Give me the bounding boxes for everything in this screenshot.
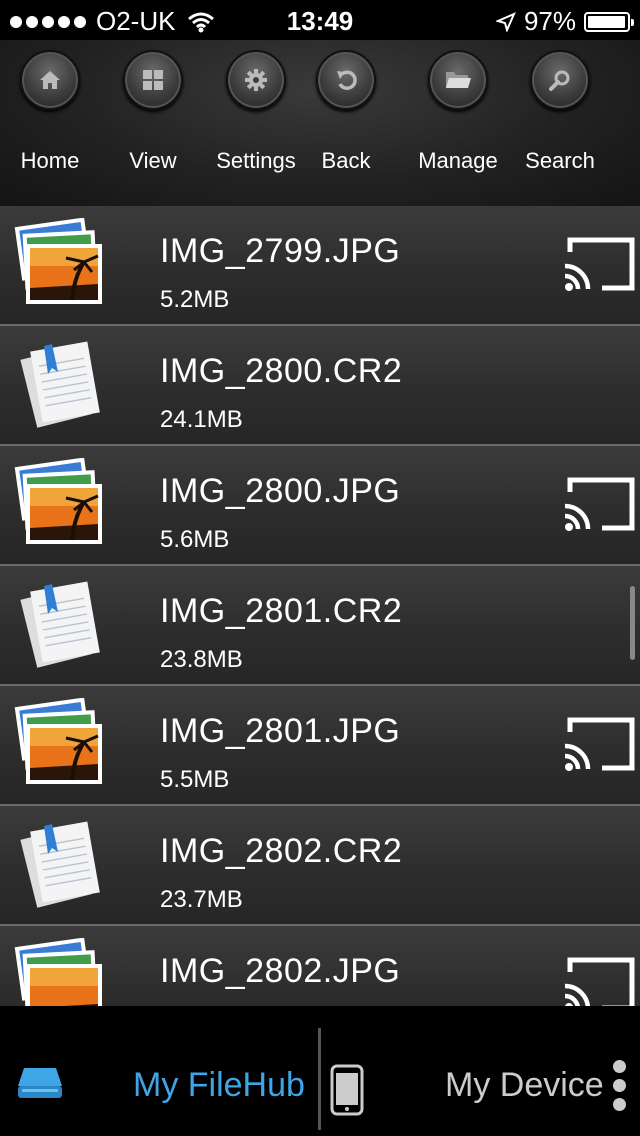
file-name: IMG_2802.CR2: [160, 832, 403, 870]
manage-button[interactable]: Manage: [406, 50, 510, 200]
back-button[interactable]: Back: [294, 50, 398, 200]
file-size: 24.1MB: [160, 406, 243, 433]
location-arrow-icon: [495, 11, 516, 32]
file-list[interactable]: IMG_2799.JPG 5.2MB IMG_2800.CR2 24.1MB I…: [0, 206, 640, 1006]
scrollbar[interactable]: [630, 586, 635, 660]
battery-icon: [584, 11, 634, 32]
grid-icon: [143, 70, 163, 90]
home-icon: [40, 71, 60, 89]
cast-icon[interactable]: [562, 476, 636, 534]
gear-icon: [245, 69, 267, 91]
file-size: 5.5MB: [160, 766, 230, 793]
filehub-drive-icon[interactable]: [16, 1064, 64, 1100]
file-size: 23.8MB: [160, 646, 243, 673]
folder-icon: [446, 72, 471, 88]
list-item[interactable]: IMG_2801.CR2 23.8MB: [0, 566, 640, 686]
tab-bar: My FileHub My Device: [0, 1008, 640, 1136]
view-button[interactable]: View: [101, 50, 205, 200]
list-item[interactable]: IMG_2802.JPG: [0, 926, 640, 1006]
home-button[interactable]: Home: [0, 50, 102, 200]
file-name: IMG_2800.CR2: [160, 352, 403, 390]
file-size: 5.6MB: [160, 526, 230, 553]
file-name: IMG_2802.JPG: [160, 952, 401, 990]
list-item[interactable]: IMG_2799.JPG 5.2MB: [0, 206, 640, 326]
file-name: IMG_2799.JPG: [160, 232, 401, 270]
search-icon: [549, 70, 570, 91]
battery-percent: 97%: [523, 6, 576, 36]
file-name: IMG_2801.CR2: [160, 592, 403, 630]
file-name: IMG_2800.JPG: [160, 472, 401, 510]
photo-stack-icon: [14, 458, 102, 544]
photo-stack-icon: [14, 698, 102, 784]
more-options-icon[interactable]: [613, 1060, 631, 1112]
settings-button[interactable]: Settings: [204, 50, 308, 200]
document-icon: [20, 821, 100, 908]
tab-my-device[interactable]: My Device: [445, 1066, 604, 1105]
search-button[interactable]: Search: [508, 50, 612, 200]
list-item[interactable]: IMG_2800.CR2 24.1MB: [0, 326, 640, 446]
back-arrow-icon: [337, 70, 357, 90]
cast-icon[interactable]: [562, 956, 636, 1006]
file-name: IMG_2801.JPG: [160, 712, 401, 750]
cast-icon[interactable]: [562, 716, 636, 774]
phone-icon[interactable]: [330, 1064, 364, 1116]
tab-my-filehub[interactable]: My FileHub: [133, 1066, 305, 1105]
tab-divider: [318, 1028, 321, 1130]
document-icon: [20, 341, 100, 428]
toolbar: Home View Settings Back Manage Search: [0, 40, 640, 208]
file-size: 5.2MB: [160, 286, 230, 313]
document-icon: [20, 581, 100, 668]
status-bar: O2-UK 13:49 97%: [0, 0, 640, 40]
back-label: Back: [321, 148, 371, 173]
list-item[interactable]: IMG_2801.JPG 5.5MB: [0, 686, 640, 806]
cast-icon[interactable]: [562, 236, 636, 294]
search-label: Search: [525, 148, 595, 173]
list-item[interactable]: IMG_2802.CR2 23.7MB: [0, 806, 640, 926]
list-item[interactable]: IMG_2800.JPG 5.6MB: [0, 446, 640, 566]
photo-stack-icon: [14, 218, 102, 304]
file-size: 23.7MB: [160, 886, 243, 913]
photo-stack-icon: [14, 938, 102, 1006]
